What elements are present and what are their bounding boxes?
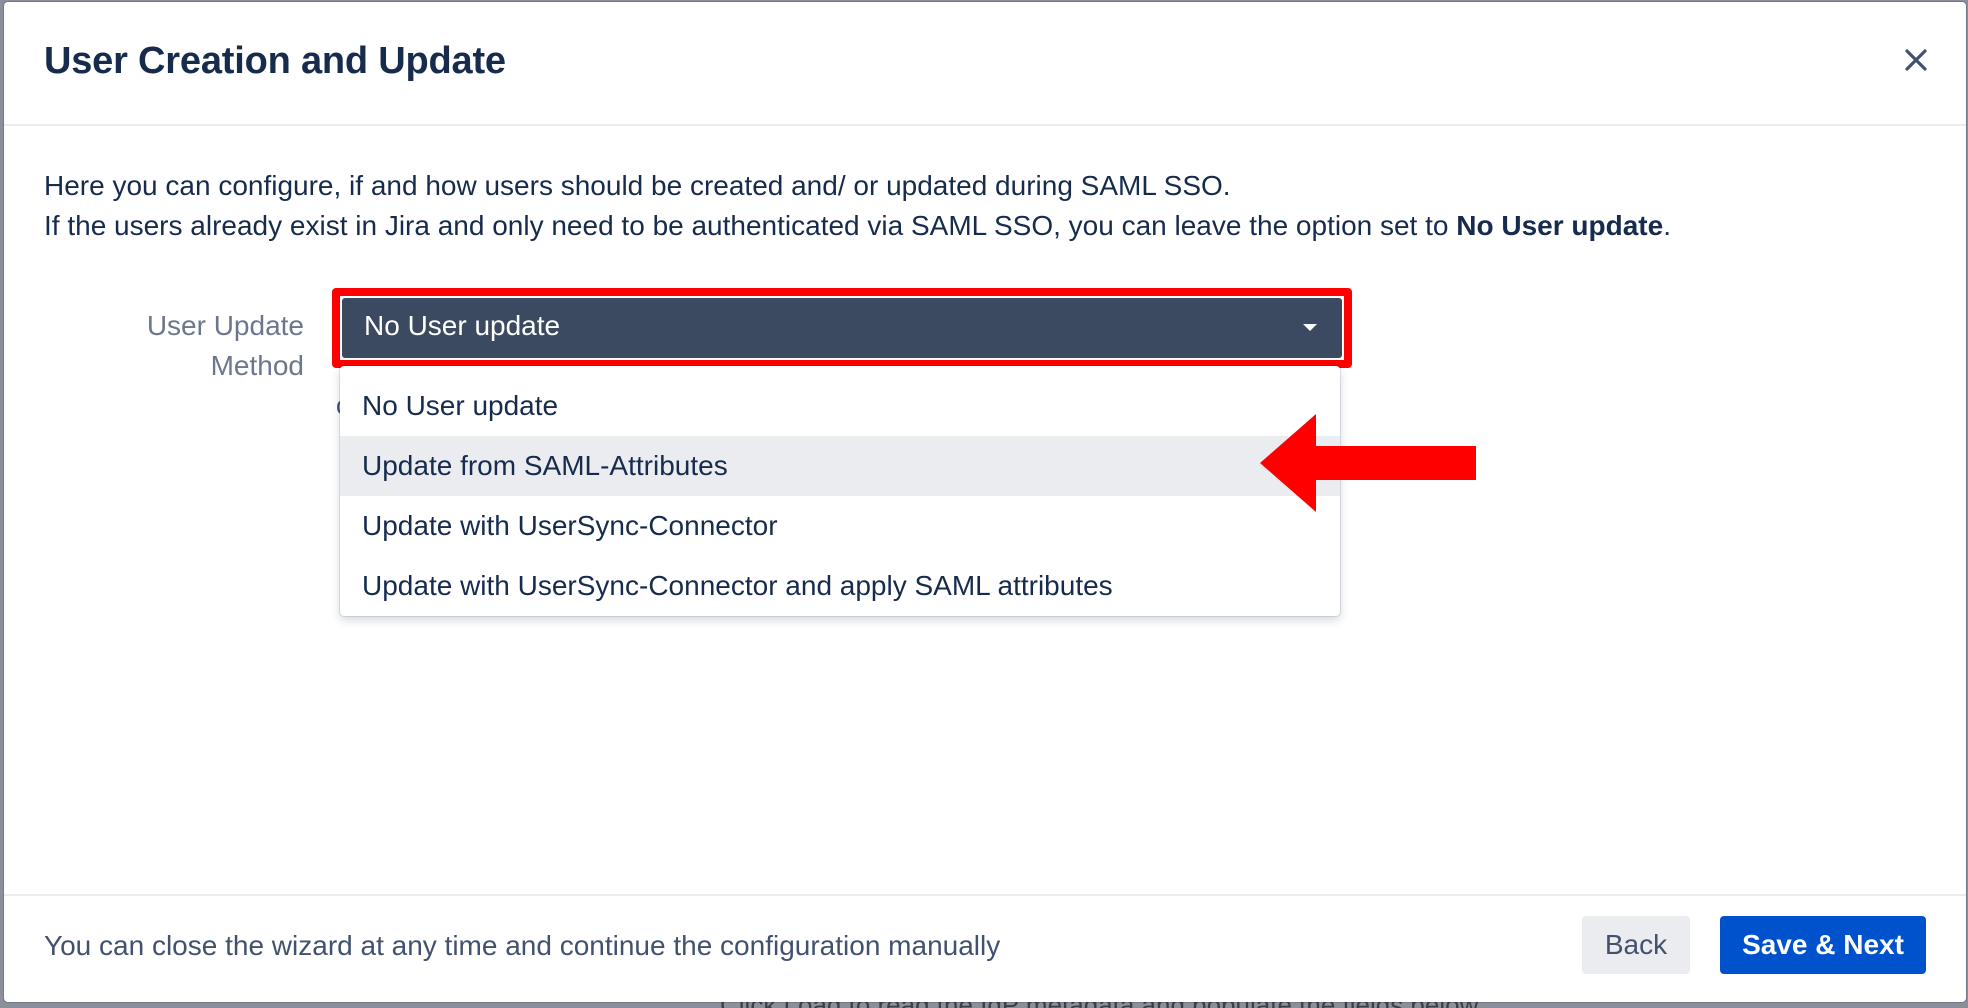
option-update-from-saml-attributes[interactable]: Update from SAML-Attributes bbox=[340, 436, 1340, 496]
select-dropdown-menu: No User update Update from SAML-Attribut… bbox=[340, 366, 1340, 616]
intro-line-2-bold: No User update bbox=[1456, 210, 1664, 241]
user-update-method-select[interactable]: No User update bbox=[342, 298, 1342, 358]
close-icon bbox=[1905, 49, 1927, 71]
select-value: No User update bbox=[364, 310, 561, 341]
caret-down-icon bbox=[1303, 324, 1317, 331]
close-button[interactable] bbox=[1896, 40, 1936, 80]
save-next-button[interactable]: Save & Next bbox=[1720, 916, 1926, 974]
dialog-footer: You can close the wizard at any time and… bbox=[4, 894, 1966, 1002]
option-update-with-usersync-connector[interactable]: Update with UserSync-Connector bbox=[340, 496, 1340, 556]
intro-text: Here you can configure, if and how users… bbox=[44, 166, 1906, 246]
intro-line-1: Here you can configure, if and how users… bbox=[44, 170, 1231, 201]
wizard-dialog: User Creation and Update Here you can co… bbox=[4, 2, 1966, 1002]
red-arrow-annotation-icon bbox=[1260, 414, 1476, 512]
back-button[interactable]: Back bbox=[1582, 916, 1690, 974]
option-update-with-usersync-and-saml[interactable]: Update with UserSync-Connector and apply… bbox=[340, 556, 1340, 616]
dialog-header: User Creation and Update bbox=[4, 2, 1966, 126]
dialog-title: User Creation and Update bbox=[44, 40, 506, 82]
label-line-1: User Update bbox=[146, 310, 304, 341]
label-line-2: Method bbox=[210, 350, 304, 381]
footer-note: You can close the wizard at any time and… bbox=[44, 930, 1001, 961]
option-no-user-update[interactable]: No User update bbox=[340, 376, 1340, 436]
intro-line-2-suffix: . bbox=[1663, 210, 1671, 241]
user-update-method-label: User Update Method bbox=[64, 306, 304, 386]
intro-line-2-prefix: If the users already exist in Jira and o… bbox=[44, 210, 1457, 241]
intro-line-2: If the users already exist in Jira and o… bbox=[44, 206, 1906, 246]
